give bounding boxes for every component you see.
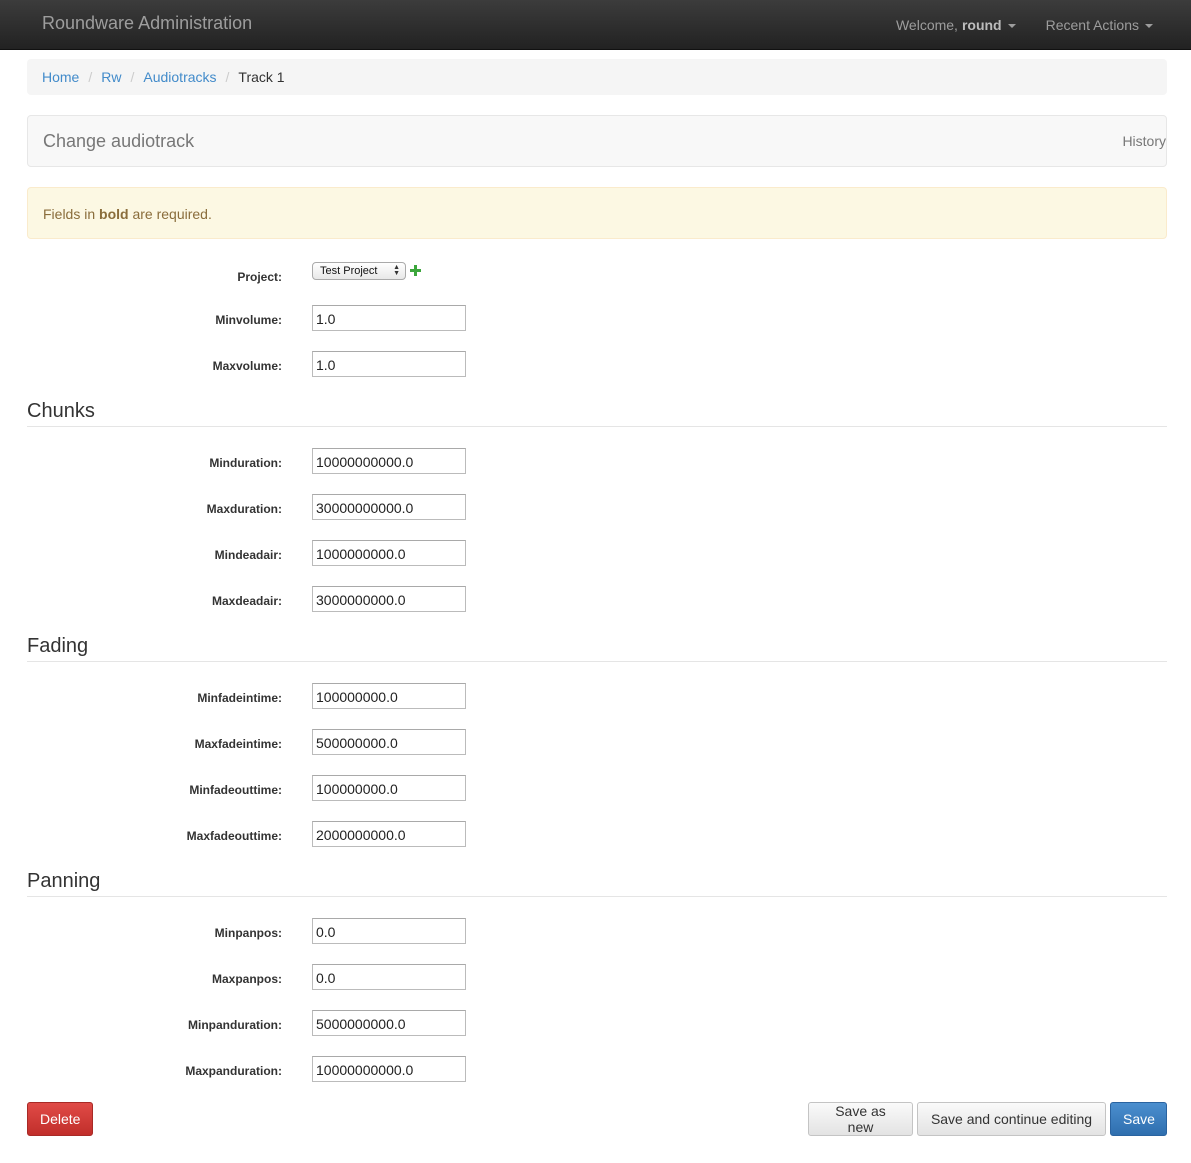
project-select[interactable]: Test Project ▲ ▼ <box>312 262 406 280</box>
section-title: Fading <box>27 635 89 657</box>
maxfadeintime-input[interactable] <box>312 729 466 755</box>
required-fields-alert: Fields in bold are required. <box>27 187 1167 239</box>
maxpanduration-label: Maxpanduration: <box>185 1064 282 1078</box>
maxvolume-label: Maxvolume: <box>212 359 282 373</box>
navbar-right: Welcome, round Recent Actions <box>896 0 1191 50</box>
minvolume-label: Minvolume: <box>215 313 282 327</box>
breadcrumb-current: Track 1 <box>238 69 285 85</box>
minpanpos-label: Minpanpos: <box>214 926 282 940</box>
maxpanduration-input[interactable] <box>312 1056 466 1082</box>
maxvolume-row: Maxvolume: <box>0 351 1191 377</box>
chevron-down-icon <box>1007 24 1016 28</box>
maxfadeintime-label: Maxfadeintime: <box>194 737 282 751</box>
history-link[interactable]: History <box>1122 133 1166 149</box>
minpanduration-input[interactable] <box>312 1010 466 1036</box>
breadcrumb-rw[interactable]: Rw <box>101 69 121 85</box>
minvolume-row: Minvolume: <box>0 305 1191 331</box>
minpanduration-row: Minpanduration: <box>0 1010 1191 1036</box>
minduration-row: Minduration: <box>0 448 1191 474</box>
minvolume-input[interactable] <box>312 305 466 331</box>
project-row: Project: Test Project ▲ ▼ <box>0 262 1191 295</box>
minfadeouttime-row: Minfadeouttime: <box>0 775 1191 801</box>
minpanpos-input[interactable] <box>312 918 466 944</box>
mindeadair-row: Mindeadair: <box>0 540 1191 566</box>
maxpanduration-row: Maxpanduration: <box>0 1056 1191 1082</box>
maxdeadair-label: Maxdeadair: <box>211 594 282 608</box>
section-fading: Fading <box>27 635 1167 662</box>
breadcrumb: Home / Rw / Audiotracks / Track 1 <box>27 59 1167 95</box>
breadcrumb-home[interactable]: Home <box>42 69 79 85</box>
maxfadeintime-row: Maxfadeintime: <box>0 729 1191 755</box>
top-navbar: Roundware Administration Welcome, round … <box>0 0 1191 50</box>
project-label: Project: <box>237 270 282 284</box>
delete-button[interactable]: Delete <box>27 1102 93 1136</box>
page-title: Change audiotrack <box>43 131 195 151</box>
minfadeouttime-label: Minfadeouttime: <box>189 783 282 797</box>
save-as-new-button[interactable]: Save as new <box>808 1102 913 1136</box>
maxduration-label: Maxduration: <box>206 502 282 516</box>
maxfadeouttime-row: Maxfadeouttime: <box>0 821 1191 847</box>
username: round <box>961 17 1002 33</box>
breadcrumb-separator: / <box>225 69 230 85</box>
alert-prefix: Fields in <box>43 206 96 222</box>
minfadeintime-label: Minfadeintime: <box>197 691 282 705</box>
minduration-label: Minduration: <box>209 456 282 470</box>
breadcrumb-audiotracks[interactable]: Audiotracks <box>143 69 216 85</box>
page-header: Change audiotrack History <box>27 115 1167 167</box>
maxpanpos-row: Maxpanpos: <box>0 964 1191 990</box>
project-selected-value: Test Project <box>320 265 378 277</box>
recent-actions-menu[interactable]: Recent Actions <box>1046 17 1153 33</box>
welcome-prefix: Welcome, <box>895 17 958 33</box>
breadcrumb-separator: / <box>88 69 93 85</box>
minfadeintime-row: Minfadeintime: <box>0 683 1191 709</box>
save-button[interactable]: Save <box>1110 1102 1167 1136</box>
plus-icon[interactable] <box>410 265 421 276</box>
chevron-down-icon <box>1145 24 1153 28</box>
section-panning: Panning <box>27 870 1167 897</box>
breadcrumb-separator: / <box>130 69 135 85</box>
site-brand[interactable]: Roundware Administration <box>42 13 252 34</box>
minduration-input[interactable] <box>312 448 466 474</box>
maxvolume-input[interactable] <box>312 351 466 377</box>
minpanpos-row: Minpanpos: <box>0 918 1191 944</box>
alert-bold: bold <box>99 206 129 222</box>
section-title: Chunks <box>27 400 95 422</box>
up-down-arrows-icon: ▲ ▼ <box>393 264 400 277</box>
minpanduration-label: Minpanduration: <box>188 1018 282 1032</box>
maxfadeouttime-label: Maxfadeouttime: <box>186 829 282 843</box>
mindeadair-label: Mindeadair: <box>214 548 282 562</box>
maxpanpos-input[interactable] <box>312 964 466 990</box>
minfadeintime-input[interactable] <box>312 683 466 709</box>
alert-suffix: are required. <box>132 206 212 222</box>
maxdeadair-row: Maxdeadair: <box>0 586 1191 612</box>
maxduration-input[interactable] <box>312 494 466 520</box>
section-chunks: Chunks <box>27 400 1167 427</box>
maxpanpos-label: Maxpanpos: <box>211 972 282 986</box>
maxfadeouttime-input[interactable] <box>312 821 466 847</box>
user-menu[interactable]: Welcome, round <box>896 17 1016 33</box>
maxdeadair-input[interactable] <box>312 586 466 612</box>
maxduration-row: Maxduration: <box>0 494 1191 520</box>
minfadeouttime-input[interactable] <box>312 775 466 801</box>
mindeadair-input[interactable] <box>312 540 466 566</box>
recent-actions-label: Recent Actions <box>1045 17 1139 33</box>
save-and-continue-button[interactable]: Save and continue editing <box>917 1102 1106 1136</box>
section-title: Panning <box>27 870 101 892</box>
